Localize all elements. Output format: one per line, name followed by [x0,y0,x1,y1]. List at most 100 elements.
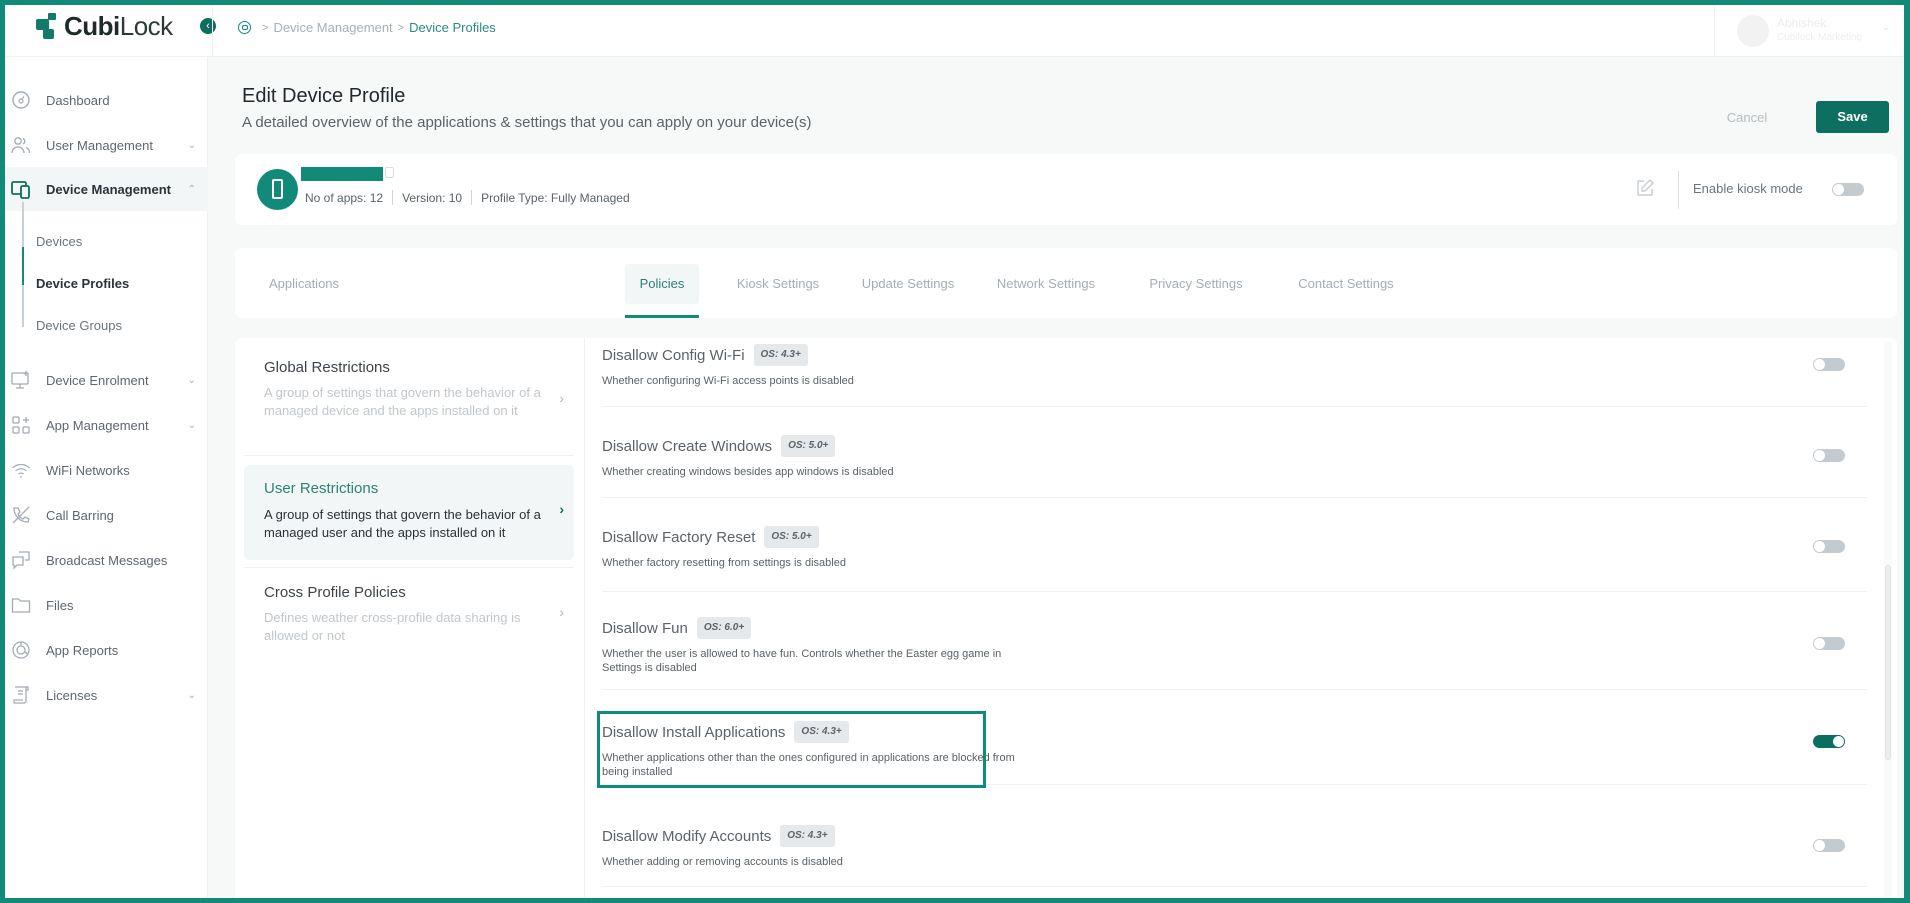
tab-policies[interactable]: Policies [625,264,699,304]
sidebar-subitem-device-groups[interactable]: Device Groups [36,318,122,333]
chevron-right-icon: › [559,390,564,406]
policy-description: Whether factory resetting from settings … [602,557,846,569]
sidebar-item-label: Dashboard [46,92,110,108]
apps-grid-icon [12,416,30,434]
policy-description: Whether applications other than the ones… [602,752,1015,778]
tab-update-settings[interactable]: Update Settings [857,264,959,304]
policy-title: Disallow Modify Accounts [602,827,772,845]
folder-icon [11,598,31,613]
sidebar-item-label: Device Management [46,181,171,197]
policy-title: Disallow Fun [602,619,688,637]
divider [602,886,1867,887]
kiosk-mode-toggle[interactable] [1832,183,1864,196]
tab-kiosk-settings[interactable]: Kiosk Settings [733,264,823,304]
policy-name: Disallow Create Windows OS: 5.0+ [602,435,836,457]
user-name: Abhishek [1777,16,1827,30]
wifi-icon [12,463,30,478]
policy-toggle[interactable] [1813,540,1845,553]
divider [602,784,1867,785]
category-description: Defines weather cross-profile data shari… [264,610,521,643]
policy-toggle[interactable] [1813,358,1845,371]
chevron-down-icon: ⌄ [187,419,196,431]
policy-category-list: Global Restrictions A group of settings … [235,338,585,898]
chevron-down-icon: ⌄ [187,374,196,386]
tab-privacy-settings[interactable]: Privacy Settings [1146,264,1246,304]
policy-toggle[interactable] [1813,735,1845,748]
category-cross-profile-policies[interactable]: Cross Profile Policies Defines weather c… [244,568,574,658]
divider [244,455,574,456]
chevron-left-icon: ‹ [206,20,210,32]
sidebar-item-label: App Management [46,417,149,433]
apps-count: No of apps: 12 [305,190,384,205]
pie-chart-icon [12,641,30,659]
sidebar: Dashboard User Management ⌄ Device Manag… [5,57,208,898]
profile-name-redacted [301,167,383,181]
divider [471,190,473,205]
sidebar-item-wifi-networks[interactable]: WiFi Networks [5,448,208,492]
edit-icon[interactable] [1635,178,1655,198]
tab-network-settings[interactable]: Network Settings [994,264,1098,304]
policy-toggle[interactable] [1813,637,1845,650]
breadcrumb-device-management[interactable]: Device Management [273,20,392,35]
policy-name: Disallow Fun OS: 6.0+ [602,617,752,639]
tab-applications[interactable]: Applications [259,264,349,304]
submenu-active-indicator [22,247,24,285]
policy-name: Disallow Config Wi-Fi OS: 4.3+ [602,344,808,366]
policy-toggle[interactable] [1813,449,1845,462]
category-global-restrictions[interactable]: Global Restrictions A group of settings … [244,338,574,450]
category-description: A group of settings that govern the beha… [264,507,541,540]
user-menu[interactable]: Abhishek Cubilock Marketing ⌄ [1714,5,1904,57]
save-button[interactable]: Save [1816,101,1889,133]
divider [602,689,1867,690]
dashboard-icon [12,91,30,109]
profile-summary-card: No of apps: 12 Version: 10 Profile Type:… [235,154,1897,225]
os-version-badge: OS: 4.3+ [780,825,835,847]
sidebar-subitem-devices[interactable]: Devices [36,234,82,249]
sidebar-item-app-reports[interactable]: App Reports [5,628,208,672]
os-version-badge: OS: 4.3+ [753,344,808,366]
sidebar-item-broadcast-messages[interactable]: Broadcast Messages [5,538,208,582]
os-version-badge: OS: 4.3+ [794,721,849,743]
category-title: User Restrictions [264,480,379,497]
policy-title: Disallow Install Applications [602,723,786,741]
chevron-right-icon: › [559,604,564,620]
logo-icon [36,12,60,41]
sidebar-item-device-enrolment[interactable]: Device Enrolment ⌄ [5,358,208,402]
divider [602,406,1867,407]
category-user-restrictions[interactable]: User Restrictions A group of settings th… [244,465,574,560]
profile-avatar [257,169,298,210]
copy-icon[interactable] [385,167,394,178]
sidebar-item-app-management[interactable]: App Management ⌄ [5,403,208,447]
kiosk-mode-label: Enable kiosk mode [1693,181,1803,196]
policy-title: Disallow Create Windows [602,437,773,455]
sidebar-item-user-management[interactable]: User Management ⌄ [5,123,208,167]
sidebar-item-label: WiFi Networks [46,462,130,478]
profile-type: Profile Type: Fully Managed [481,190,630,205]
sidebar-subitem-device-profiles[interactable]: Device Profiles [36,276,129,291]
tab-contact-settings[interactable]: Contact Settings [1291,264,1401,304]
sidebar-item-licenses[interactable]: Licenses ⌄ [5,673,208,717]
phone-icon [272,179,283,199]
cancel-button[interactable]: Cancel [1712,103,1782,133]
breadcrumb: > Device Management > Device Profiles [238,20,496,35]
logo[interactable]: CubiLock [36,11,173,42]
category-title: Global Restrictions [264,359,390,376]
home-icon[interactable] [238,21,251,34]
sidebar-item-device-management[interactable]: Device Management ⌃ [5,167,208,211]
policy-title: Disallow Config Wi-Fi [602,346,745,364]
page-title: Edit Device Profile [242,85,406,107]
chevron-down-icon: ⌄ [187,139,196,151]
sidebar-item-call-barring[interactable]: Call Barring [5,493,208,537]
os-version-badge: OS: 5.0+ [764,526,819,548]
os-version-badge: OS: 5.0+ [781,435,836,457]
chevron-down-icon: ⌄ [187,689,196,701]
category-description: A group of settings that govern the beha… [264,385,541,418]
devices-icon [11,181,30,199]
scrollbar-thumb[interactable] [1885,565,1891,760]
collapse-sidebar-button[interactable]: ‹ [200,18,216,34]
license-icon [13,686,29,704]
policy-toggle[interactable] [1813,839,1845,852]
sidebar-item-dashboard[interactable]: Dashboard [5,78,208,122]
policy-title: Disallow Factory Reset [602,528,756,546]
sidebar-item-files[interactable]: Files [5,583,208,627]
